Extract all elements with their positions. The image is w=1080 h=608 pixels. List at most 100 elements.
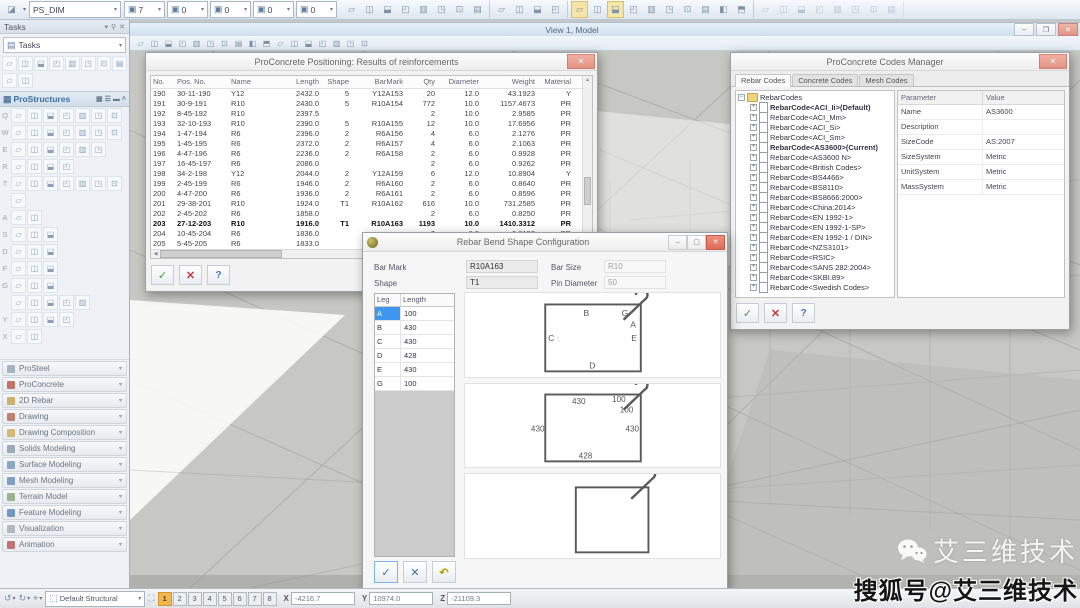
table-row[interactable]: 1964-47-196R62236.02R6A15826.00.9928PR	[151, 149, 583, 159]
expand-icon[interactable]: +	[750, 184, 757, 191]
toolbar-icon[interactable]: ⬒	[733, 1, 750, 18]
expand-icon[interactable]: +	[750, 254, 757, 261]
accordion-item-visualization[interactable]: Visualization▾	[2, 521, 127, 536]
toolbar-icon[interactable]: ▥	[330, 37, 343, 50]
toolbar-icon[interactable]: ◫	[27, 210, 42, 225]
table-row[interactable]: 2004-47-200R61936.02R6A16126.00.8596PR	[151, 189, 583, 199]
toolbar-icon[interactable]: ⊡	[107, 108, 122, 123]
toolbar-icon[interactable]: ◫	[589, 1, 606, 18]
toolbar-icon[interactable]: ⬓	[34, 56, 49, 71]
toolbar-icon[interactable]: ▥	[75, 125, 90, 140]
tree-item[interactable]: +RebarCode<AS3600>(Current)	[736, 142, 894, 152]
toolbar-icon[interactable]: ▤	[697, 1, 714, 18]
attribute-combo[interactable]: ▣0▾	[296, 1, 337, 18]
toolbar-icon[interactable]: ▤	[112, 56, 127, 71]
toolbar-icon[interactable]: ◳	[847, 1, 864, 18]
expand-icon[interactable]: +	[750, 234, 757, 241]
toolbar-icon[interactable]: ⬓	[43, 295, 58, 310]
toolbar-icon[interactable]: ⬓	[43, 176, 58, 191]
tree-item[interactable]: +RebarCode<AS3600 N>	[736, 152, 894, 162]
toolbar-icon[interactable]: ⬓	[43, 159, 58, 174]
toolbar-icon[interactable]: ▱	[571, 1, 588, 18]
toolbar-icon[interactable]: ⬓	[43, 108, 58, 123]
tree-item[interactable]: +RebarCode<ACI_Sm>	[736, 132, 894, 142]
toolbar-icon[interactable]: ◰	[59, 108, 74, 123]
leg-row[interactable]: B430	[375, 321, 454, 335]
table-row[interactable]: 1941-47-194R62396.02R6A15646.02.1276PR	[151, 129, 583, 139]
accordion-item-solids-modeling[interactable]: Solids Modeling▾	[2, 441, 127, 456]
toolbar-icon[interactable]: ◫	[18, 56, 33, 71]
column-header[interactable]: Pos. No.	[175, 76, 229, 88]
attribute-combo[interactable]: ▣0▾	[210, 1, 251, 18]
toolbar-icon[interactable]: ▱	[11, 244, 26, 259]
leg-row[interactable]: D428	[375, 349, 454, 363]
length-cell[interactable]: 100	[401, 377, 454, 390]
expand-icon[interactable]: +	[750, 224, 757, 231]
toolbar-icon[interactable]: ▥	[415, 1, 432, 18]
param-row[interactable]: SizeSystemMetric	[898, 150, 1064, 165]
toolbar-icon[interactable]: ⊡	[218, 37, 231, 50]
toolbar-icon[interactable]: ◳	[661, 1, 678, 18]
view-titlebar[interactable]: View 1, Model ‒ ❐ ✕	[130, 22, 1080, 37]
leg-cell[interactable]: G	[375, 377, 401, 390]
accordion-item-drawing-composition[interactable]: Drawing Composition▾	[2, 425, 127, 440]
toolbar-icon[interactable]: ▤	[469, 1, 486, 18]
toolbar-icon[interactable]: ⊡	[451, 1, 468, 18]
toolbar-icon[interactable]: ▱	[11, 295, 26, 310]
attribute-combo[interactable]: ▣0▾	[167, 1, 208, 18]
toolbar-icon[interactable]: ◰	[176, 37, 189, 50]
column-header[interactable]: Diameter	[437, 76, 481, 88]
view-toggle-8[interactable]: 8	[263, 592, 277, 606]
positioning-dialog-titlebar[interactable]: ProConcrete Positioning: Results of rein…	[146, 53, 597, 71]
toolbar-icon[interactable]: ⬓	[302, 37, 315, 50]
expand-icon[interactable]: +	[750, 284, 757, 291]
toolbar-icon[interactable]: ▱	[11, 125, 26, 140]
leg-cell[interactable]: B	[375, 321, 401, 334]
toolbar-icon[interactable]: ◰	[59, 295, 74, 310]
toolbar-icon[interactable]: ▱	[493, 1, 510, 18]
param-row[interactable]: NameAS3600	[898, 105, 1064, 120]
toolbar-icon[interactable]: ◳	[344, 37, 357, 50]
toolbar-icon[interactable]: ◰	[316, 37, 329, 50]
toolbar-icon[interactable]: ▥	[829, 1, 846, 18]
help-button[interactable]: ?	[792, 303, 815, 323]
accordion-item-mesh-modeling[interactable]: Mesh Modeling▾	[2, 473, 127, 488]
expand-icon[interactable]: +	[750, 214, 757, 221]
view-toggle-4[interactable]: 4	[203, 592, 217, 606]
toolbar-icon[interactable]: ▱	[11, 210, 26, 225]
layout-list-icon[interactable]: ☰	[105, 95, 111, 103]
tab-rebar-codes[interactable]: Rebar Codes	[735, 74, 791, 87]
layout-bar-icon[interactable]: ▬	[113, 96, 120, 103]
expand-icon[interactable]: +	[750, 144, 757, 151]
toolbar-icon[interactable]: ⊡	[107, 125, 122, 140]
toolbar-icon[interactable]: ▱	[11, 159, 26, 174]
toolbar-icon[interactable]: ◰	[59, 176, 74, 191]
tree-item[interactable]: +RebarCode<NZS3101>	[736, 242, 894, 252]
tree-item[interactable]: +RebarCode<ACI_Ii>(Default)	[736, 102, 894, 112]
toolbar-icon[interactable]: ◫	[27, 176, 42, 191]
toolbar-icon[interactable]: ⬓	[43, 227, 58, 242]
accordion-item-prosteel[interactable]: ProSteel▾	[2, 361, 127, 376]
accordion-item-2d-rebar[interactable]: 2D Rebar▾	[2, 393, 127, 408]
accordion-item-animation[interactable]: Animation▾	[2, 537, 127, 552]
leg-cell[interactable]: D	[375, 349, 401, 362]
table-row[interactable]: 19332-10-193R102390.05R10A1551210.017.69…	[151, 119, 583, 129]
accordion-item-proconcrete[interactable]: ProConcrete▾	[2, 377, 127, 392]
expand-icon[interactable]: +	[750, 204, 757, 211]
toolbar-icon[interactable]: ▤	[232, 37, 245, 50]
bar-mark-field[interactable]: R10A163	[466, 260, 538, 273]
length-cell[interactable]: 428	[401, 349, 454, 362]
toolbar-icon[interactable]: ▥	[190, 37, 203, 50]
toolbar-icon[interactable]: ◫	[27, 142, 42, 157]
tree-item[interactable]: +RebarCode<ACI_Mm>	[736, 112, 894, 122]
toolbar-icon[interactable]: ⬓	[43, 278, 58, 293]
toolbar-icon[interactable]: ▱	[757, 1, 774, 18]
toolbar-icon[interactable]: ◰	[49, 56, 64, 71]
toolbar-icon[interactable]: ◫	[27, 227, 42, 242]
element-selection-icon[interactable]: ◪	[3, 1, 20, 18]
scrollbar-thumb[interactable]	[160, 250, 282, 258]
vertical-scrollbar[interactable]: ▲ ▼	[582, 76, 592, 250]
param-row[interactable]: MassSystemMetric	[898, 180, 1064, 195]
minimize-button[interactable]: ‒	[668, 235, 687, 250]
attribute-combo[interactable]: ▣7▾	[124, 1, 165, 18]
